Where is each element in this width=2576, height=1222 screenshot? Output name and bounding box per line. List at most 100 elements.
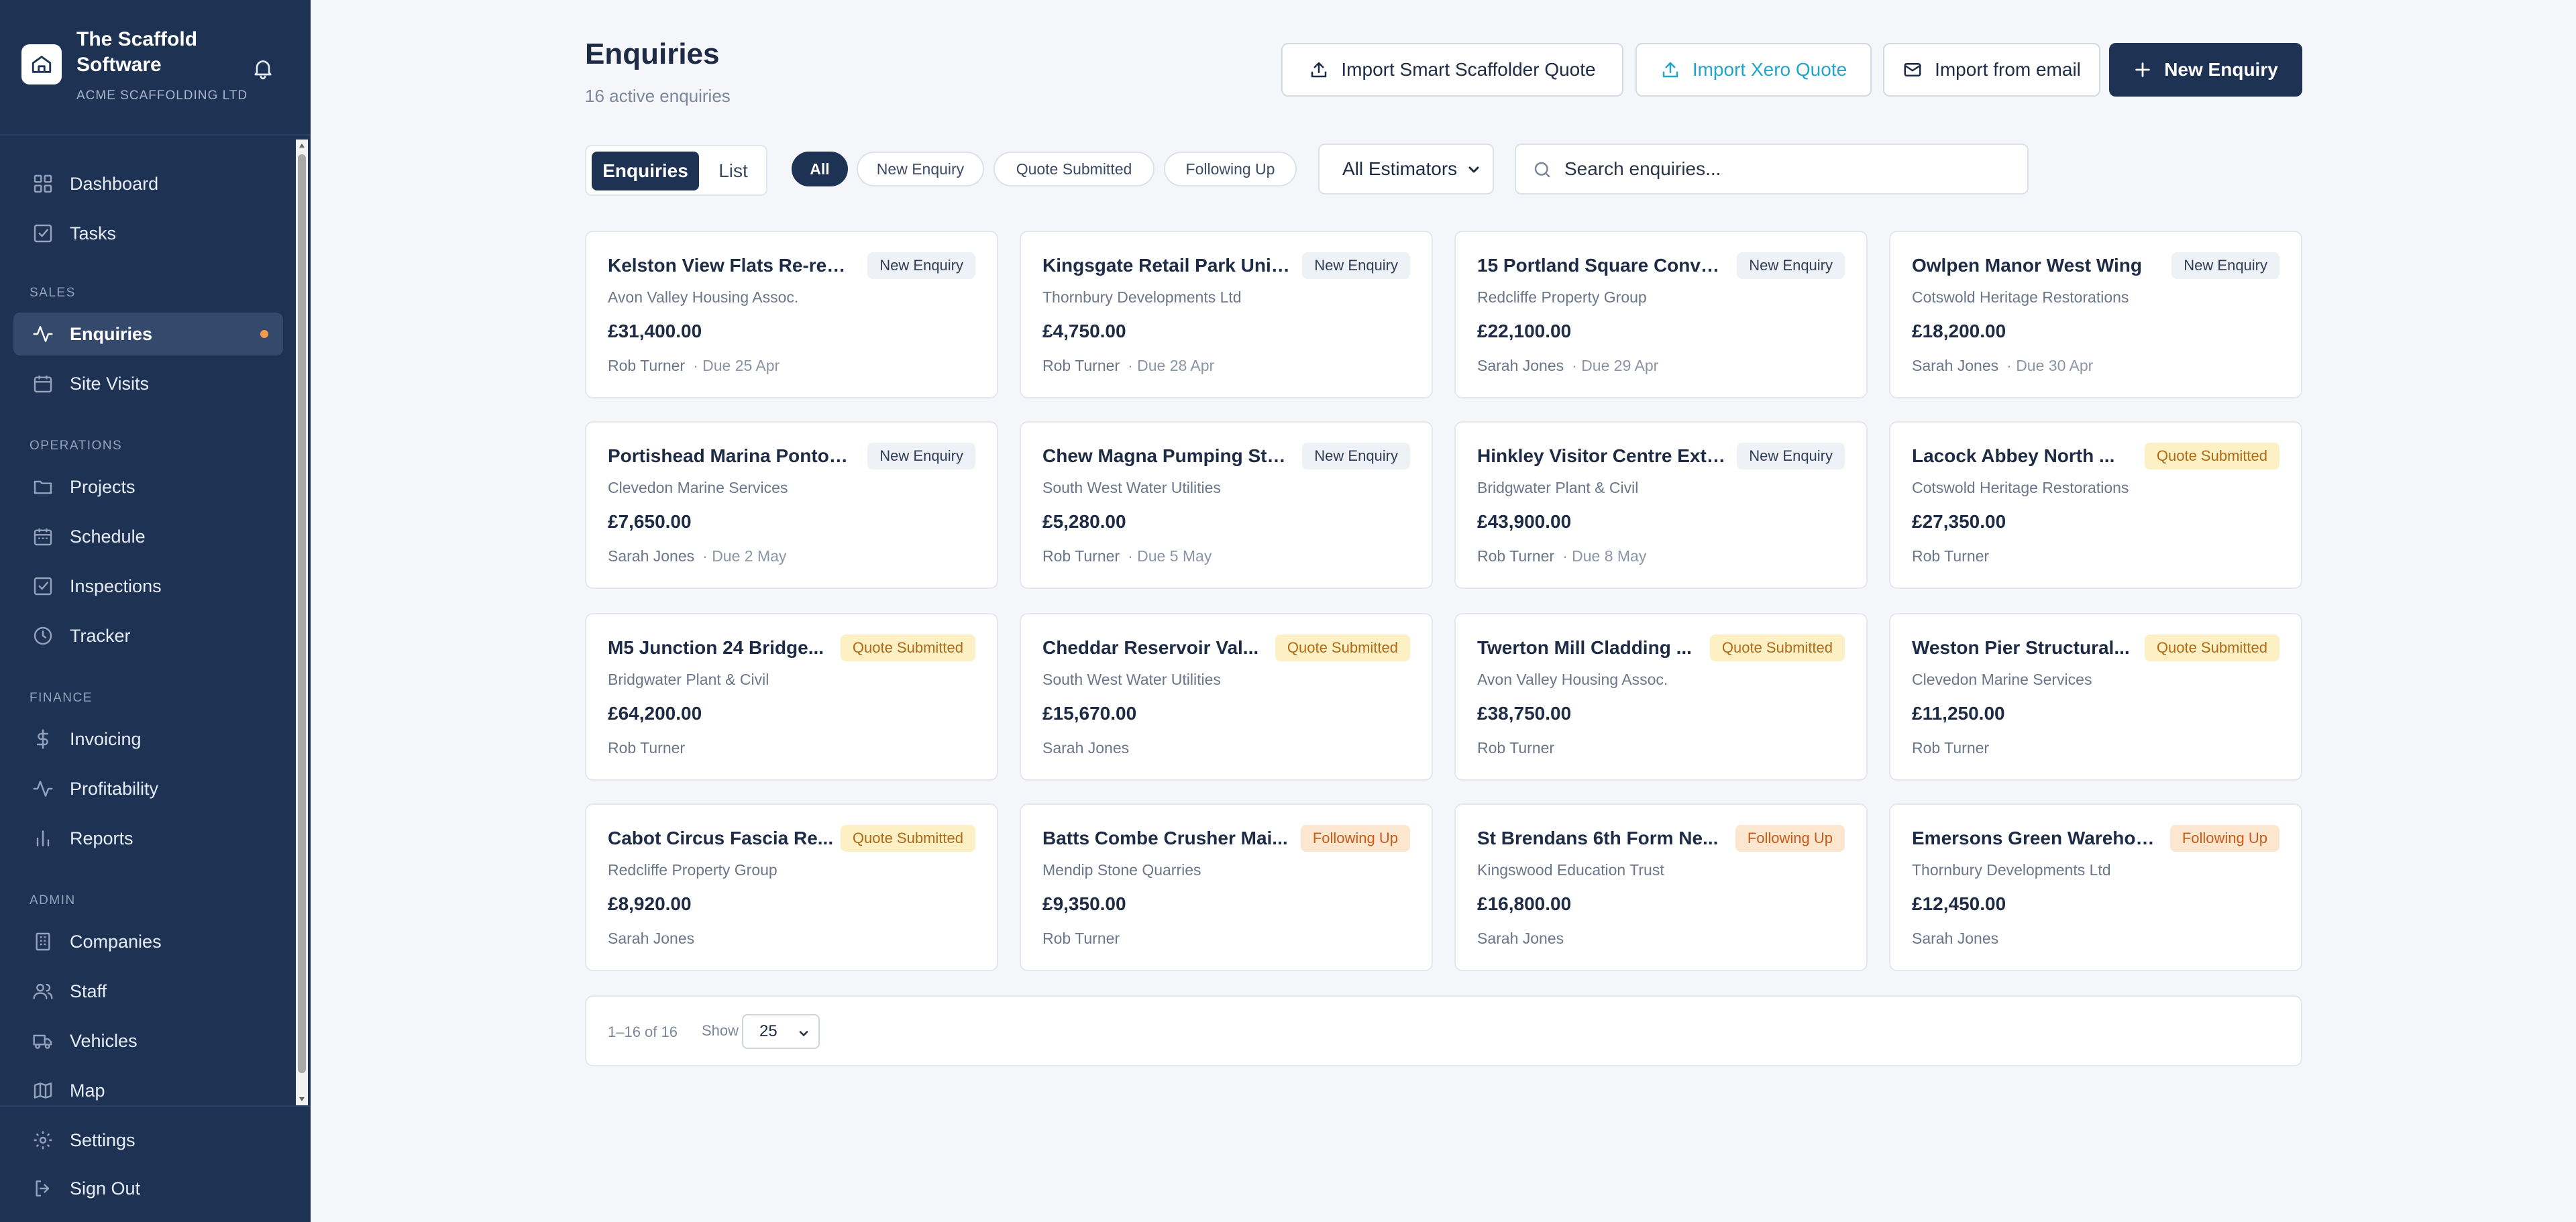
import-xero-button[interactable]: Import Xero Quote xyxy=(1635,43,1872,97)
enquiry-card[interactable]: Portishead Marina Pontoo... New Enquiry Cl… xyxy=(585,421,998,589)
sidebar-item-staff[interactable]: Staff xyxy=(13,970,283,1013)
checkbox-icon xyxy=(30,220,56,247)
estimator-name: Sarah Jones xyxy=(1477,930,1564,947)
enquiry-company: Redcliffe Property Group xyxy=(1477,288,1647,306)
enquiry-card[interactable]: Batts Combe Crusher Mai... Following Up Me… xyxy=(1020,803,1433,971)
status-badge: Following Up xyxy=(1735,825,1845,852)
scroll-down-icon[interactable] xyxy=(296,1093,308,1105)
bell-icon[interactable] xyxy=(248,54,278,83)
sidebar-item-sign-out[interactable]: Sign Out xyxy=(13,1167,283,1210)
estimator-name: Rob Turner xyxy=(608,739,686,757)
due-date: · Due 5 May xyxy=(1128,547,1212,565)
sidebar-item-companies[interactable]: Companies xyxy=(13,920,283,963)
estimator-select[interactable]: All Estimators xyxy=(1318,144,1494,195)
status-badge: Quote Submitted xyxy=(840,634,975,661)
enquiry-value: £9,350.00 xyxy=(1042,893,1126,914)
enquiry-card[interactable]: M5 Junction 24 Bridge... Quote Submitted B… xyxy=(585,613,998,781)
enquiry-card[interactable]: Cabot Circus Fascia Re... Quote Submitted… xyxy=(585,803,998,971)
activity-icon xyxy=(30,321,56,347)
enquiry-company: Mendip Stone Quarries xyxy=(1042,861,1201,879)
enquiry-company: Cotswold Heritage Restorations xyxy=(1912,288,2129,306)
page-size-select[interactable]: 25 xyxy=(742,1014,820,1049)
enquiry-title: M5 Junction 24 Bridge... xyxy=(608,637,824,658)
sidebar-item-enquiries[interactable]: Enquiries xyxy=(13,313,283,355)
dashboard-icon xyxy=(30,170,56,197)
sidebar-item-schedule[interactable]: Schedule xyxy=(13,515,283,558)
enquiry-card[interactable]: Owlpen Manor West Wing New Enquiry Cotswol… xyxy=(1889,231,2302,398)
enquiry-meta: Sarah Jones xyxy=(608,930,694,948)
sidebar-item-projects[interactable]: Projects xyxy=(13,465,283,508)
filter-quote-submitted[interactable]: Quote Submitted xyxy=(994,152,1155,186)
enquiry-meta: Rob Turner xyxy=(1912,547,1989,565)
estimator-name: Rob Turner xyxy=(1912,739,1990,757)
sidebar-item-site-visits[interactable]: Site Visits xyxy=(13,362,283,405)
view-enquiries-tab[interactable]: Enquiries xyxy=(592,152,699,190)
scrollbar-thumb[interactable] xyxy=(298,154,306,1073)
sidebar-item-label: Site Visits xyxy=(70,373,150,394)
sidebar: The Scaffold Software ACME SCAFFOLDING L… xyxy=(0,0,311,1222)
estimator-name: Rob Turner xyxy=(1912,547,1990,565)
sidebar-item-profitability[interactable]: Profitability xyxy=(13,767,283,810)
status-badge: New Enquiry xyxy=(2171,252,2279,279)
enquiry-card[interactable]: Twerton Mill Cladding ... Quote Submitted… xyxy=(1454,613,1868,781)
enquiry-card[interactable]: Chew Magna Pumping Sta... New Enquiry Sout… xyxy=(1020,421,1433,589)
sidebar-item-dashboard[interactable]: Dashboard xyxy=(13,162,283,205)
sidebar-item-tasks[interactable]: Tasks xyxy=(13,212,283,255)
enquiry-card[interactable]: Weston Pier Structural... Quote Submitted… xyxy=(1889,613,2302,781)
estimator-name: Sarah Jones xyxy=(1477,357,1564,374)
enquiry-card[interactable]: Cheddar Reservoir Val... Quote Submitted S… xyxy=(1020,613,1433,781)
main-content: Enquiries 16 active enquiries Import Sma… xyxy=(311,0,2576,1222)
status-badge: Quote Submitted xyxy=(1709,634,1845,661)
enquiry-title: Kingsgate Retail Park Unit 4 xyxy=(1042,255,1291,276)
activity-icon xyxy=(30,775,56,802)
app-name: The Scaffold Software xyxy=(76,28,198,76)
enquiry-card[interactable]: Kingsgate Retail Park Unit 4 New Enquiry T… xyxy=(1020,231,1433,398)
sidebar-item-tracker[interactable]: Tracker xyxy=(13,614,283,657)
enquiry-meta: Rob Turner · Due 5 May xyxy=(1042,547,1212,565)
sidebar-scrollbar[interactable] xyxy=(296,140,308,1105)
filter-new-enquiry[interactable]: New Enquiry xyxy=(857,152,984,186)
enquiry-company: South West Water Utilities xyxy=(1042,479,1221,496)
chevron-down-icon xyxy=(1466,161,1482,182)
enquiry-title: Cheddar Reservoir Val... xyxy=(1042,637,1259,658)
enquiry-card[interactable]: Hinkley Visitor Centre Exte... New Enquir… xyxy=(1454,421,1868,589)
filter-following-up[interactable]: Following Up xyxy=(1164,152,1297,186)
import-smart-scaffolder-button[interactable]: Import Smart Scaffolder Quote xyxy=(1281,43,1623,97)
sidebar-item-settings[interactable]: Settings xyxy=(13,1119,283,1162)
filter-all[interactable]: All xyxy=(792,152,848,186)
home-icon xyxy=(21,44,62,85)
enquiry-card[interactable]: Emersons Green Warehou... Following Up Tho… xyxy=(1889,803,2302,971)
sidebar-item-inspections[interactable]: Inspections xyxy=(13,565,283,608)
import-email-button[interactable]: Import from email xyxy=(1883,43,2100,97)
enquiry-card[interactable]: Lacock Abbey North ... Quote Submitted Cot… xyxy=(1889,421,2302,589)
enquiry-value: £18,200.00 xyxy=(1912,321,2006,341)
estimator-name: Sarah Jones xyxy=(608,930,695,947)
sidebar-item-label: Sign Out xyxy=(70,1178,141,1199)
section-label-sales: SALES xyxy=(30,286,76,300)
enquiry-company: Redcliffe Property Group xyxy=(608,861,777,879)
brand: The Scaffold Software ACME SCAFFOLDING L… xyxy=(21,27,303,114)
sidebar-item-vehicles[interactable]: Vehicles xyxy=(13,1019,283,1062)
enquiry-card[interactable]: Kelston View Flats Re-rend... New Enquiry… xyxy=(585,231,998,398)
sidebar-item-invoicing[interactable]: Invoicing xyxy=(13,718,283,761)
status-badge: New Enquiry xyxy=(867,252,975,279)
search-input[interactable] xyxy=(1564,153,2007,185)
page-size-label: Show xyxy=(702,1022,739,1039)
estimator-name: Rob Turner xyxy=(1042,357,1120,374)
mail-icon xyxy=(1902,60,1923,80)
new-enquiry-button[interactable]: New Enquiry xyxy=(2109,43,2302,97)
button-label: Import Smart Scaffolder Quote xyxy=(1341,59,1596,80)
dollar-icon xyxy=(30,726,56,753)
sidebar-item-map[interactable]: Map xyxy=(13,1069,283,1105)
view-list-tab[interactable]: List xyxy=(704,152,762,190)
bar-chart-icon xyxy=(30,825,56,852)
sidebar-item-reports[interactable]: Reports xyxy=(13,817,283,860)
enquiry-card[interactable]: 15 Portland Square Conver... New Enquiry R… xyxy=(1454,231,1868,398)
enquiry-company: Thornbury Developments Ltd xyxy=(1042,288,1242,306)
enquiry-title: Owlpen Manor West Wing xyxy=(1912,255,2143,276)
scroll-up-icon[interactable] xyxy=(296,140,308,152)
page-subtitle: 16 active enquiries xyxy=(585,86,731,106)
status-badge: New Enquiry xyxy=(1302,443,1410,469)
enquiry-card[interactable]: St Brendans 6th Form Ne... Following Up Ki… xyxy=(1454,803,1868,971)
enquiry-value: £38,750.00 xyxy=(1477,703,1572,724)
